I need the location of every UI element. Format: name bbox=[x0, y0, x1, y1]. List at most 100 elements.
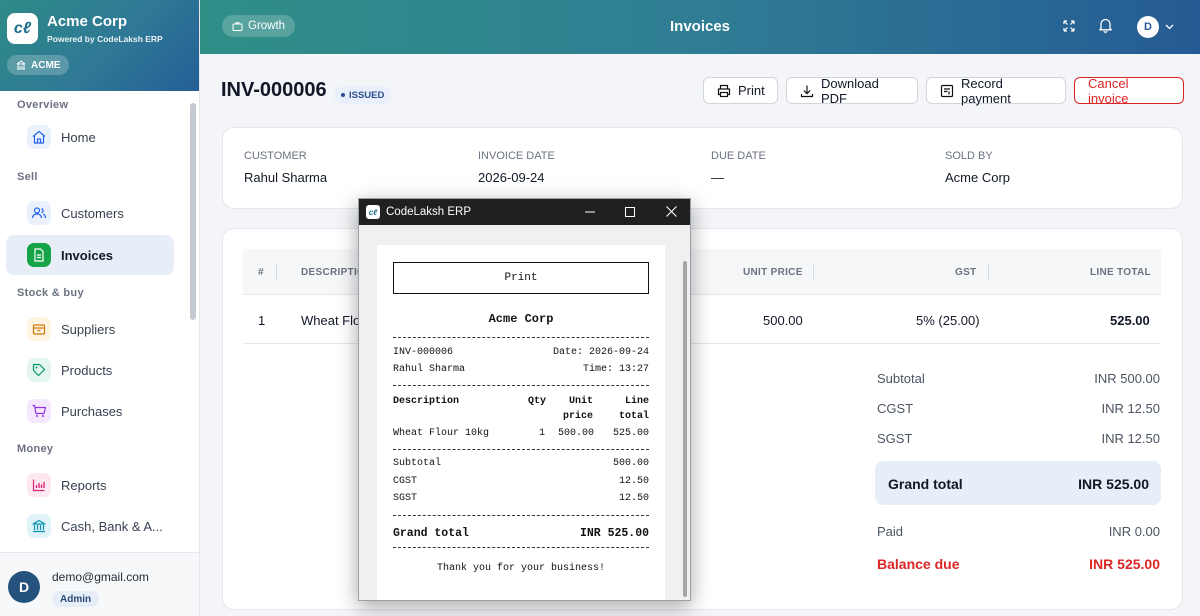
sgst-value: INR 12.50 bbox=[1101, 431, 1160, 446]
column-header-number: # bbox=[258, 267, 264, 278]
section-money: Money bbox=[17, 443, 54, 455]
org-badge[interactable]: ACME bbox=[7, 55, 70, 75]
record-payment-label: Record payment bbox=[961, 75, 1011, 106]
row-gst: 5% (25.00) bbox=[916, 313, 980, 328]
page-title: Invoices bbox=[669, 18, 731, 35]
maximize-icon[interactable] bbox=[625, 207, 635, 217]
printer-icon bbox=[717, 84, 731, 98]
subtotal-label: Subtotal bbox=[877, 371, 925, 386]
receipt-customer: Rahul Sharma bbox=[393, 364, 466, 375]
home-icon bbox=[27, 125, 51, 149]
sidebar-item-label: Suppliers bbox=[61, 321, 116, 337]
status-dot-icon bbox=[341, 93, 345, 97]
sidebar-item-cash-bank[interactable]: Cash, Bank & A... bbox=[6, 506, 174, 546]
sidebar: cℓ Acme Corp Powered by CodeLaksh ERP AC… bbox=[0, 0, 200, 616]
receipt-divider bbox=[393, 337, 649, 338]
sidebar-item-label: Invoices bbox=[61, 247, 114, 263]
receipt-divider bbox=[393, 449, 649, 450]
receipt-print-button[interactable]: Print bbox=[393, 262, 649, 294]
customer-label: CUSTOMER bbox=[244, 150, 307, 162]
window-title-bar[interactable]: cℓ CodeLaksh ERP bbox=[359, 199, 690, 225]
sidebar-item-suppliers[interactable]: Suppliers bbox=[6, 309, 174, 349]
receipt-time: Time: 13:27 bbox=[582, 364, 649, 375]
print-button[interactable]: Print bbox=[703, 77, 778, 104]
row-description: Wheat Flo bbox=[301, 313, 361, 328]
receipt-thanks: Thank you for your business! bbox=[436, 563, 606, 574]
receipt-col-qty: Qty bbox=[528, 396, 547, 407]
sidebar-item-label: Cash, Bank & A... bbox=[61, 518, 163, 534]
sidebar-item-home[interactable]: Home bbox=[6, 117, 174, 157]
chevron-down-icon[interactable] bbox=[1165, 24, 1174, 30]
customer-name: Rahul Sharma bbox=[244, 170, 328, 185]
sidebar-item-label: Purchases bbox=[61, 403, 123, 419]
cgst-value: INR 12.50 bbox=[1101, 401, 1160, 416]
sidebar-item-customers[interactable]: Customers bbox=[6, 193, 174, 233]
column-header-unit-price: UNIT PRICE bbox=[743, 267, 803, 278]
document-icon bbox=[27, 243, 51, 267]
user-profile[interactable]: D demo@gmail.com Admin bbox=[0, 552, 199, 616]
receipt-item-qty: 1 bbox=[539, 428, 546, 439]
app-logo-icon: cℓ bbox=[366, 205, 380, 219]
receipt-icon bbox=[940, 84, 954, 98]
cancel-invoice-button[interactable]: Cancel invoice bbox=[1074, 75, 1184, 106]
paid-value: INR 0.00 bbox=[1108, 524, 1160, 539]
receipt-date: Date: 2026-09-24 bbox=[552, 347, 649, 358]
invoice-date-label: INVOICE DATE bbox=[478, 150, 555, 162]
sidebar-scrollbar[interactable] bbox=[190, 103, 196, 320]
org-badge-label: ACME bbox=[31, 59, 61, 71]
balance-due-value: INR 525.00 bbox=[1089, 556, 1160, 572]
receipt-divider bbox=[393, 515, 649, 516]
receipt-grand-total: INR 525.00 bbox=[579, 527, 649, 540]
receipt-subtotal: 500.00 bbox=[612, 458, 649, 469]
sidebar-header: cℓ Acme Corp Powered by CodeLaksh ERP AC… bbox=[0, 0, 199, 91]
receipt-col-description: Description bbox=[393, 396, 460, 407]
sidebar-item-label: Customers bbox=[61, 205, 124, 221]
minimize-icon[interactable] bbox=[585, 211, 595, 213]
record-payment-button[interactable]: Record payment bbox=[926, 75, 1066, 106]
sidebar-item-reports[interactable]: Reports bbox=[6, 465, 174, 505]
column-divider bbox=[813, 263, 814, 281]
subtotal-value: INR 500.00 bbox=[1094, 371, 1160, 386]
cancel-invoice-label: Cancel invoice bbox=[1088, 75, 1129, 106]
window-scrollbar[interactable] bbox=[683, 261, 687, 597]
top-bar: Growth Invoices D bbox=[200, 0, 1200, 54]
section-stock-buy: Stock & buy bbox=[17, 287, 84, 299]
sold-by-label: SOLD BY bbox=[945, 150, 993, 162]
close-icon[interactable] bbox=[666, 206, 677, 217]
receipt-col-unit: Unit bbox=[568, 396, 593, 407]
sidebar-item-purchases[interactable]: Purchases bbox=[6, 391, 174, 431]
sidebar-item-label: Reports bbox=[61, 477, 107, 493]
building-icon bbox=[16, 60, 26, 70]
receipt-item-price: 500.00 bbox=[557, 428, 594, 439]
invoice-date: 2026-09-24 bbox=[478, 170, 545, 185]
row-unit-price: 500.00 bbox=[763, 313, 803, 328]
sgst-label: SGST bbox=[877, 431, 913, 446]
row-number: 1 bbox=[258, 313, 266, 328]
company-name: Acme Corp bbox=[47, 13, 128, 30]
receipt-subtotal-label: Subtotal bbox=[393, 458, 442, 469]
grand-total-label: Grand total bbox=[888, 476, 963, 492]
download-pdf-label: Download PDF bbox=[821, 75, 879, 106]
receipt-item-total: 525.00 bbox=[612, 428, 649, 439]
invoice-number: INV-000006 bbox=[221, 79, 327, 101]
powered-by-text: Powered by CodeLaksh ERP bbox=[47, 34, 163, 44]
bell-icon[interactable] bbox=[1098, 17, 1113, 33]
receipt-col-price: price bbox=[562, 411, 593, 422]
receipt-col-line: Line bbox=[624, 396, 649, 407]
user-avatar-menu[interactable]: D bbox=[1137, 16, 1159, 38]
sidebar-item-products[interactable]: Products bbox=[6, 350, 174, 390]
download-pdf-button[interactable]: Download PDF bbox=[786, 75, 918, 106]
status-badge: ISSUED bbox=[334, 86, 392, 104]
cart-icon bbox=[27, 399, 51, 423]
receipt-sgst-label: SGST bbox=[393, 493, 418, 504]
app-logo[interactable]: cℓ bbox=[7, 13, 38, 44]
receipt-store-name: Acme Corp bbox=[488, 312, 554, 326]
paid-label: Paid bbox=[877, 524, 904, 539]
window-title: CodeLaksh ERP bbox=[386, 206, 472, 218]
fullscreen-icon[interactable] bbox=[1062, 19, 1076, 33]
sidebar-item-invoices[interactable]: Invoices bbox=[6, 235, 174, 275]
balance-due-label: Balance due bbox=[877, 556, 960, 572]
receipt-item-description: Wheat Flour 10kg bbox=[393, 428, 490, 439]
receipt-invoice-number: INV-000006 bbox=[393, 347, 454, 358]
receipt-cgst: 12.50 bbox=[618, 476, 649, 487]
